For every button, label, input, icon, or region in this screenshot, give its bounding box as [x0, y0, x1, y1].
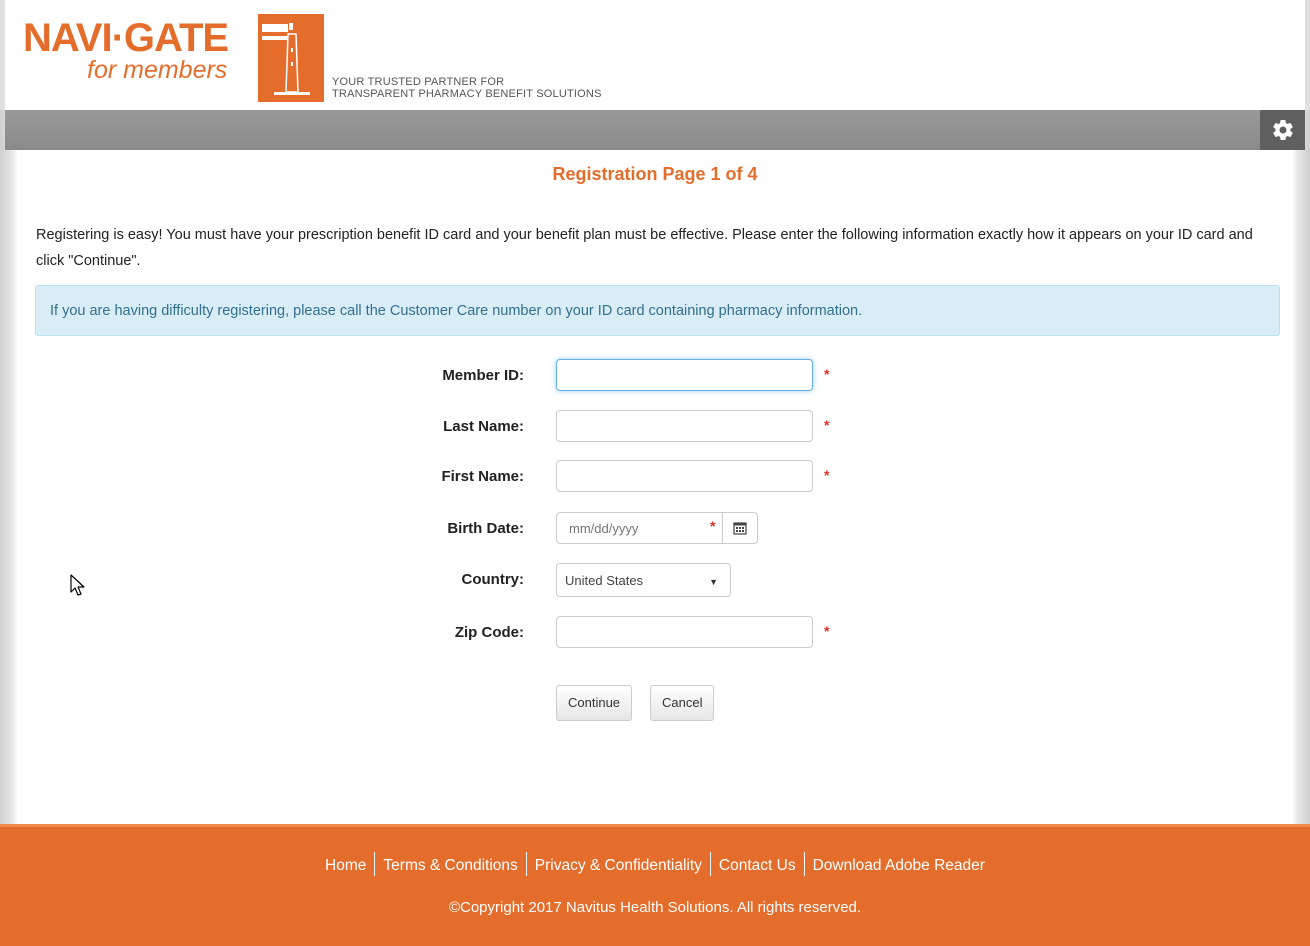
- footer-link-terms[interactable]: Terms & Conditions: [375, 857, 525, 874]
- dropdown-arrow-icon: ▼: [709, 577, 718, 587]
- birth-date-row: Birth Date: *: [18, 512, 1292, 546]
- zip-code-label: Zip Code:: [454, 624, 524, 641]
- last-name-label: Last Name:: [443, 418, 524, 435]
- member-id-row: Member ID: *: [18, 359, 1292, 393]
- cancel-button[interactable]: Cancel: [650, 685, 715, 721]
- first-name-row: First Name: *: [18, 460, 1292, 494]
- first-name-input[interactable]: [556, 460, 813, 492]
- first-name-label: First Name:: [441, 468, 524, 485]
- required-indicator: *: [824, 366, 830, 382]
- page-title: Registration Page 1 of 4: [552, 164, 758, 184]
- country-row: Country: United States ▼: [18, 563, 1292, 597]
- last-name-row: Last Name: *: [18, 410, 1292, 444]
- tagline: YOUR TRUSTED PARTNER FOR TRANSPARENT PHA…: [332, 76, 602, 100]
- intro-text: Registering is easy! You must have your …: [36, 227, 1253, 269]
- info-alert: If you are having difficulty registering…: [35, 285, 1280, 336]
- nav-bar: [5, 110, 1305, 150]
- country-label: Country:: [461, 571, 525, 588]
- required-indicator: *: [824, 417, 830, 433]
- copyright-text: ©Copyright 2017 Navitus Health Solutions…: [448, 899, 862, 916]
- birth-date-label: Birth Date:: [447, 520, 524, 537]
- form-actions: Continue Cancel: [18, 685, 1292, 721]
- member-id-input[interactable]: [556, 359, 813, 391]
- lighthouse-logo-icon: [258, 14, 324, 102]
- country-selected-value: United States: [565, 573, 644, 588]
- page-footer: Home Terms & Conditions Privacy & Confiden…: [0, 824, 1310, 946]
- calendar-button[interactable]: [722, 512, 758, 544]
- logo-main-text: NAVI·GATE: [23, 16, 229, 60]
- zip-code-input[interactable]: [556, 616, 813, 648]
- last-name-input[interactable]: [556, 410, 813, 442]
- birth-date-input[interactable]: [556, 512, 722, 544]
- birth-date-group: *: [556, 512, 758, 544]
- settings-button[interactable]: [1260, 110, 1305, 150]
- country-select[interactable]: United States ▼: [556, 563, 731, 597]
- required-indicator: *: [710, 518, 716, 534]
- logo-sub-text: for members: [87, 56, 228, 84]
- page-header: NAVI·GATE for members YOUR TRUSTED PARTN…: [0, 0, 1310, 110]
- required-indicator: *: [824, 623, 830, 639]
- member-id-label: Member ID:: [442, 367, 524, 384]
- navigate-logo[interactable]: NAVI·GATE for members: [20, 14, 326, 102]
- page-edge-right: [1292, 110, 1310, 824]
- footer-link-contact[interactable]: Contact Us: [711, 857, 804, 874]
- continue-button[interactable]: Continue: [556, 685, 633, 721]
- zip-code-row: Zip Code: *: [18, 616, 1292, 650]
- page-edge-left: [0, 110, 18, 824]
- mouse-cursor-icon: [70, 574, 85, 596]
- footer-link-home[interactable]: Home: [317, 857, 374, 874]
- footer-link-adobe-reader[interactable]: Download Adobe Reader: [805, 857, 993, 874]
- required-indicator: *: [824, 467, 830, 483]
- calendar-icon: [733, 522, 747, 535]
- main-content: Registration Page 1 of 4 Registering is …: [18, 150, 1292, 824]
- footer-link-privacy[interactable]: Privacy & Confidentiality: [527, 857, 710, 874]
- footer-links: Home Terms & Conditions Privacy & Confiden…: [0, 852, 1310, 876]
- gear-icon: [1272, 120, 1293, 141]
